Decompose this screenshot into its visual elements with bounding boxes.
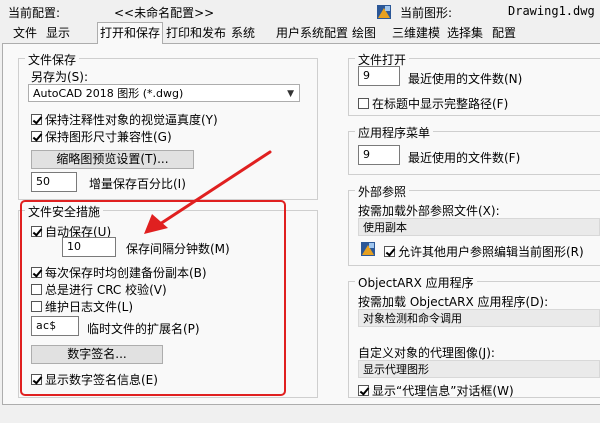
checkbox-checked bbox=[384, 246, 395, 257]
checkbox-checked bbox=[31, 267, 42, 278]
checkbox-unchecked bbox=[358, 98, 369, 109]
full-path-title-checkbox[interactable]: 在标题中显示完整路径(F) bbox=[358, 95, 508, 112]
checkbox-checked bbox=[31, 374, 42, 385]
proxy-image-value: 显示代理图形 bbox=[363, 363, 429, 376]
checkbox-checked bbox=[31, 226, 42, 237]
save-as-value: AutoCAD 2018 图形 (*.dwg) bbox=[33, 87, 184, 100]
chevron-down-icon: ▼ bbox=[287, 89, 294, 99]
current-config-label: 当前配置: bbox=[8, 6, 61, 20]
save-as-label: 另存为(S): bbox=[31, 70, 89, 84]
xref-demand-load-value: 使用副本 bbox=[363, 221, 407, 234]
recent-files-label: 最近使用的文件数(N) bbox=[408, 72, 523, 86]
tab-3d-modeling[interactable]: 三维建模 bbox=[390, 24, 442, 42]
tab-open-and-save[interactable]: 打开和保存 bbox=[97, 22, 164, 44]
keep-annotative-label: 保持注释性对象的视觉逼真度(Y) bbox=[45, 113, 218, 127]
current-drawing-label: 当前图形: bbox=[400, 6, 453, 20]
drawing-file-icon bbox=[361, 242, 375, 256]
current-config-value: <<未命名配置>> bbox=[114, 6, 215, 20]
external-references-title: 外部参照 bbox=[355, 183, 410, 200]
file-safety-title: 文件安全措施 bbox=[25, 203, 104, 220]
save-as-dropdown[interactable]: AutoCAD 2018 图形 (*.dwg) ▼ bbox=[28, 84, 300, 102]
proxy-image-dropdown[interactable]: 显示代理图形 bbox=[358, 360, 600, 378]
log-file-label: 维护日志文件(L) bbox=[45, 300, 134, 314]
application-menu-title: 应用程序菜单 bbox=[355, 124, 434, 141]
incremental-save-label: 增量保存百分比(I) bbox=[89, 177, 186, 191]
keep-size-compat-label: 保持图形尺寸兼容性(G) bbox=[45, 130, 172, 144]
xref-demand-load-dropdown[interactable]: 使用副本 bbox=[358, 218, 600, 236]
thumbnail-preview-settings-button[interactable]: 缩略图预览设置(T)... bbox=[31, 150, 194, 169]
tab-user-preferences[interactable]: 用户系统配置 bbox=[274, 24, 350, 42]
keep-annotative-checkbox[interactable]: 保持注释性对象的视觉逼真度(Y) bbox=[31, 111, 218, 128]
digital-signature-button[interactable]: 数字签名... bbox=[31, 345, 163, 364]
temp-extension-input[interactable]: ac$ bbox=[31, 316, 79, 336]
log-file-checkbox[interactable]: 维护日志文件(L) bbox=[31, 298, 133, 315]
tab-files[interactable]: 文件 bbox=[11, 24, 39, 42]
checkbox-checked bbox=[31, 114, 42, 125]
current-drawing-value: Drawing1.dwg bbox=[508, 4, 595, 18]
checkbox-unchecked bbox=[31, 284, 42, 295]
allow-xref-edit-label: 允许其他用户参照编辑当前图形(R) bbox=[398, 245, 584, 259]
tab-profiles[interactable]: 配置 bbox=[490, 24, 518, 42]
recent-files-input[interactable]: 9 bbox=[358, 66, 400, 86]
show-proxy-dialog-checkbox[interactable]: 显示“代理信息”对话框(W) bbox=[358, 382, 514, 399]
autosave-minutes-input[interactable]: 10 bbox=[62, 237, 116, 257]
app-menu-recent-label: 最近使用的文件数(F) bbox=[408, 151, 521, 165]
tab-drafting[interactable]: 绘图 bbox=[350, 24, 378, 42]
options-tab-strip: 文件 显示 打开和保存 打印和发布 系统 用户系统配置 绘图 三维建模 选择集 … bbox=[0, 22, 600, 44]
tab-selection[interactable]: 选择集 bbox=[445, 24, 485, 42]
full-path-title-label: 在标题中显示完整路径(F) bbox=[372, 97, 509, 111]
objectarx-demand-load-dropdown[interactable]: 对象检测和命令调用 bbox=[358, 309, 600, 327]
incremental-save-input[interactable]: 50 bbox=[31, 172, 77, 192]
autosave-minutes-label: 保存间隔分钟数(M) bbox=[126, 242, 230, 256]
objectarx-title: ObjectARX 应用程序 bbox=[355, 274, 477, 291]
allow-xref-edit-checkbox[interactable]: 允许其他用户参照编辑当前图形(R) bbox=[384, 243, 584, 260]
drawing-file-icon bbox=[377, 5, 391, 19]
backup-copy-label: 每次保存时均创建备份副本(B) bbox=[45, 266, 207, 280]
app-menu-recent-input[interactable]: 9 bbox=[358, 145, 400, 165]
checkbox-unchecked bbox=[31, 301, 42, 312]
options-header: 当前配置: <<未命名配置>> 当前图形: Drawing1.dwg bbox=[0, 0, 600, 24]
show-proxy-dialog-label: 显示“代理信息”对话框(W) bbox=[372, 384, 514, 398]
tab-system[interactable]: 系统 bbox=[229, 24, 257, 42]
objectarx-demand-load-value: 对象检测和命令调用 bbox=[363, 312, 462, 325]
tab-plot-and-publish[interactable]: 打印和发布 bbox=[164, 24, 228, 42]
keep-size-compat-checkbox[interactable]: 保持图形尺寸兼容性(G) bbox=[31, 128, 172, 145]
tab-display[interactable]: 显示 bbox=[44, 24, 72, 42]
show-digital-signature-checkbox[interactable]: 显示数字签名信息(E) bbox=[31, 371, 158, 388]
show-digital-signature-label: 显示数字签名信息(E) bbox=[45, 373, 158, 387]
checkbox-checked bbox=[31, 131, 42, 142]
backup-copy-checkbox[interactable]: 每次保存时均创建备份副本(B) bbox=[31, 264, 207, 281]
xref-demand-load-label: 按需加载外部参照文件(X): bbox=[358, 204, 500, 218]
proxy-image-label: 自定义对象的代理图像(J): bbox=[358, 346, 495, 360]
checkbox-checked bbox=[358, 385, 369, 396]
crc-check-checkbox[interactable]: 总是进行 CRC 校验(V) bbox=[31, 281, 167, 298]
objectarx-demand-load-label: 按需加载 ObjectARX 应用程序(D): bbox=[358, 295, 549, 309]
temp-extension-label: 临时文件的扩展名(P) bbox=[87, 322, 200, 336]
crc-check-label: 总是进行 CRC 校验(V) bbox=[45, 283, 167, 297]
file-save-title: 文件保存 bbox=[25, 51, 80, 68]
